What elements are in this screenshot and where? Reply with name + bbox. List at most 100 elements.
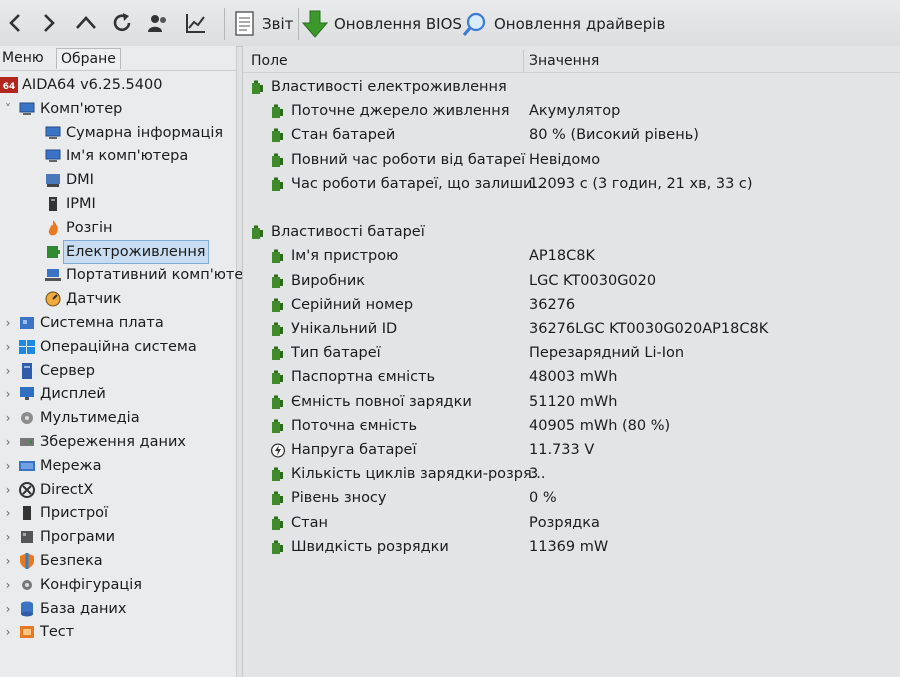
battery-icon [271, 419, 285, 434]
programs-icon [18, 528, 36, 546]
tree-item-6[interactable]: Розгін [44, 217, 112, 239]
chevron-right-icon[interactable]: › [2, 526, 14, 548]
battery-icon [271, 540, 285, 555]
property-row[interactable]: Час роботи батареї, що залиши... 12093 с … [271, 173, 891, 195]
chevron-right-icon[interactable]: › [2, 574, 14, 596]
toolbar-separator [298, 8, 299, 40]
group-header[interactable]: Властивості електроживлення [251, 76, 891, 98]
tree-item-19[interactable]: › Програми [2, 526, 115, 548]
benchmark-icon [18, 623, 36, 641]
tree-item-label: База даних [40, 600, 127, 617]
property-row[interactable]: Ємність повної зарядки 51120 mWh [271, 391, 891, 413]
property-row[interactable]: Поточне джерело живлення Акумулятор [271, 100, 891, 122]
column-field-header[interactable]: Поле [251, 48, 288, 72]
windows-icon [18, 338, 36, 356]
chart-button[interactable] [182, 8, 210, 38]
chevron-right-icon[interactable]: › [2, 479, 14, 501]
tree-item-22[interactable]: › База даних [2, 598, 127, 620]
tree-item-14[interactable]: › Мультимедіа [2, 407, 140, 429]
chevron-right-icon[interactable]: › [2, 407, 14, 429]
users-button[interactable] [144, 8, 172, 38]
column-divider[interactable] [523, 50, 524, 72]
tree-item-23[interactable]: › Тест [2, 621, 75, 643]
property-value: 0 % [529, 490, 557, 507]
property-row[interactable]: Поточна ємність 40905 mWh (80 %) [271, 415, 891, 437]
battery-icon [271, 104, 285, 119]
tree-item-2[interactable]: Сумарна інформація [44, 122, 223, 144]
property-row[interactable]: Кількість циклів зарядки-розря... 3 [271, 463, 891, 485]
tree-item-12[interactable]: › Сервер [2, 360, 95, 382]
property-field: Кількість циклів зарядки-розря... [291, 466, 546, 483]
chevron-right-icon[interactable]: › [2, 455, 14, 477]
tree-item-5[interactable]: IPMI [44, 193, 96, 215]
chevron-right-icon[interactable]: › [2, 502, 14, 524]
chevron-right-icon[interactable]: › [2, 312, 14, 334]
refresh-button[interactable] [108, 8, 136, 38]
property-field: Серійний номер [291, 296, 414, 313]
chevron-right-icon[interactable]: › [2, 431, 14, 453]
chevron-down-icon[interactable]: ˅ [2, 98, 14, 120]
property-row[interactable]: Виробник LGC KT0030G020 [271, 270, 891, 292]
property-row[interactable]: Ім'я пристрою AP18C8K [271, 245, 891, 267]
chevron-right-icon[interactable]: › [2, 621, 14, 643]
chevron-left-icon [9, 14, 20, 32]
property-row[interactable]: Стан батарей 80 % (Високий рівень) [271, 124, 891, 146]
tree-item-0[interactable]: 64 AIDA64 v6.25.5400 [0, 74, 162, 96]
forward-button[interactable] [34, 8, 62, 38]
tab-menu[interactable]: Меню [0, 48, 48, 68]
chevron-right-icon[interactable]: › [2, 336, 14, 358]
tree-item-17[interactable]: › DirectX [2, 479, 93, 501]
chevron-right-icon[interactable]: › [2, 360, 14, 382]
property-value: LGC KT0030G020 [529, 272, 657, 289]
property-row[interactable]: Паспортна ємність 48003 mWh [271, 366, 891, 388]
tree-item-7[interactable]: Електроживлення [44, 239, 209, 264]
bios-update-button[interactable]: Оновлення BIOS [302, 10, 462, 38]
property-row[interactable]: Серійний номер 36276 [271, 294, 891, 316]
tree-item-label: AIDA64 v6.25.5400 [22, 77, 163, 93]
property-field: Ємність повної зарядки [291, 393, 472, 410]
tree-item-1[interactable]: ˅ Комп'ютер [2, 98, 122, 120]
property-row[interactable]: Унікальний ID 36276LGC KT0030G020AP18C8K [271, 318, 891, 340]
up-button[interactable] [72, 8, 100, 38]
tree-item-10[interactable]: › Системна плата [2, 312, 164, 334]
tab-favorites[interactable]: Обране [56, 48, 121, 69]
dmi-icon [44, 171, 62, 189]
property-value: 40905 mWh (80 %) [529, 417, 671, 434]
chevron-right-icon[interactable]: › [2, 550, 14, 572]
property-row[interactable]: Тип батареї Перезарядний Li-Ion [271, 342, 891, 364]
property-value: 3 [529, 466, 539, 483]
driver-update-button[interactable]: Оновлення драйверів [462, 10, 665, 38]
green-download-arrow-icon [302, 10, 328, 38]
battery-icon [251, 80, 265, 95]
chevron-right-icon[interactable]: › [2, 383, 14, 405]
tree-item-20[interactable]: › Безпека [2, 550, 103, 572]
column-value-header[interactable]: Значення [529, 48, 599, 72]
tree-item-8[interactable]: Портативний комп'юте [44, 264, 243, 286]
ipmi-icon [44, 195, 62, 213]
back-button[interactable] [2, 8, 30, 38]
battery-icon [271, 491, 285, 506]
tree-item-label: Комп'ютер [40, 100, 123, 117]
tree-item-3[interactable]: Ім'я комп'ютера [44, 145, 188, 167]
property-value: 12093 с (3 годин, 21 хв, 33 с) [529, 175, 753, 192]
config-icon [18, 576, 36, 594]
tree-item-11[interactable]: › Операційна система [2, 336, 197, 358]
property-row[interactable]: Напруга батареї 11.733 V [270, 439, 891, 461]
network-icon [18, 457, 36, 475]
tree-item-18[interactable]: › Пристрої [2, 502, 108, 524]
property-row[interactable]: Стан Розрядка [271, 512, 891, 534]
tree-item-21[interactable]: › Конфігурація [2, 574, 142, 596]
sensor-gauge-icon [44, 290, 62, 308]
property-row[interactable]: Рівень зносу 0 % [271, 487, 891, 509]
report-button[interactable]: Звіт [234, 10, 293, 38]
property-row[interactable]: Повний час роботи від батареї Невідомо [271, 149, 891, 171]
property-row[interactable]: Швидкість розрядки 11369 mW [271, 536, 891, 558]
tree-item-9[interactable]: Датчик [44, 288, 121, 310]
tree-item-4[interactable]: DMI [44, 169, 94, 191]
line-chart-icon [186, 14, 205, 33]
group-header[interactable]: Властивості батареї [251, 221, 891, 243]
tree-item-16[interactable]: › Мережа [2, 455, 102, 477]
tree-item-15[interactable]: › Збереження даних [2, 431, 186, 453]
tree-item-13[interactable]: › Дисплей [2, 383, 106, 405]
chevron-right-icon[interactable]: › [2, 598, 14, 620]
